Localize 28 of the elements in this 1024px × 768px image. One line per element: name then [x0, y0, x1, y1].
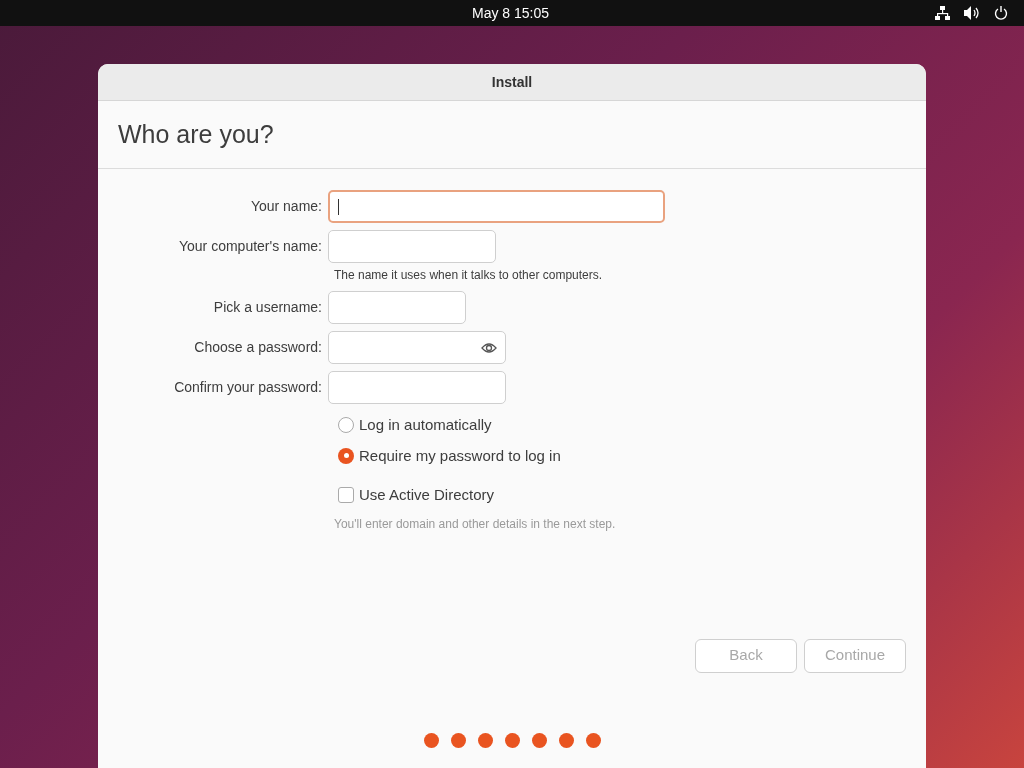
- radio-icon[interactable]: [338, 447, 354, 464]
- checkbox-label[interactable]: Use Active Directory: [359, 484, 495, 507]
- input-field[interactable]: [328, 371, 506, 404]
- field-label: Confirm your password:: [173, 378, 323, 397]
- radio-icon[interactable]: [338, 417, 354, 434]
- input-field[interactable]: [328, 190, 665, 223]
- radio-label[interactable]: Log in automatically: [359, 414, 492, 437]
- field-label: Pick a username:: [212, 298, 323, 317]
- input-field[interactable]: [328, 230, 496, 263]
- clock[interactable]: May 8 15:05: [472, 2, 550, 24]
- checkbox-hint: You'll enter domain and other details in the next step.: [334, 515, 617, 533]
- field-label: Choose a password:: [193, 338, 323, 357]
- checkbox[interactable]: [338, 487, 354, 504]
- radio-option[interactable]: Log in automatically: [338, 414, 926, 437]
- field-label: Your name:: [249, 197, 323, 216]
- radio-label[interactable]: Require my password to log in: [359, 444, 561, 467]
- eye-icon[interactable]: [481, 341, 497, 354]
- page-heading: Who are you?: [118, 118, 274, 150]
- input-field[interactable]: [328, 291, 466, 324]
- field-hint: The name it uses when it talks to other computers.: [334, 267, 604, 284]
- window-title: Install: [491, 72, 533, 92]
- radio-option[interactable]: Require my password to log in: [338, 444, 926, 467]
- text-cursor-icon: [338, 198, 339, 215]
- password-field[interactable]: [328, 331, 506, 364]
- power-icon[interactable]: [994, 6, 1008, 20]
- network-icon[interactable]: [935, 6, 950, 20]
- volume-icon[interactable]: [964, 6, 980, 20]
- field-label: Your computer's name:: [178, 237, 323, 256]
